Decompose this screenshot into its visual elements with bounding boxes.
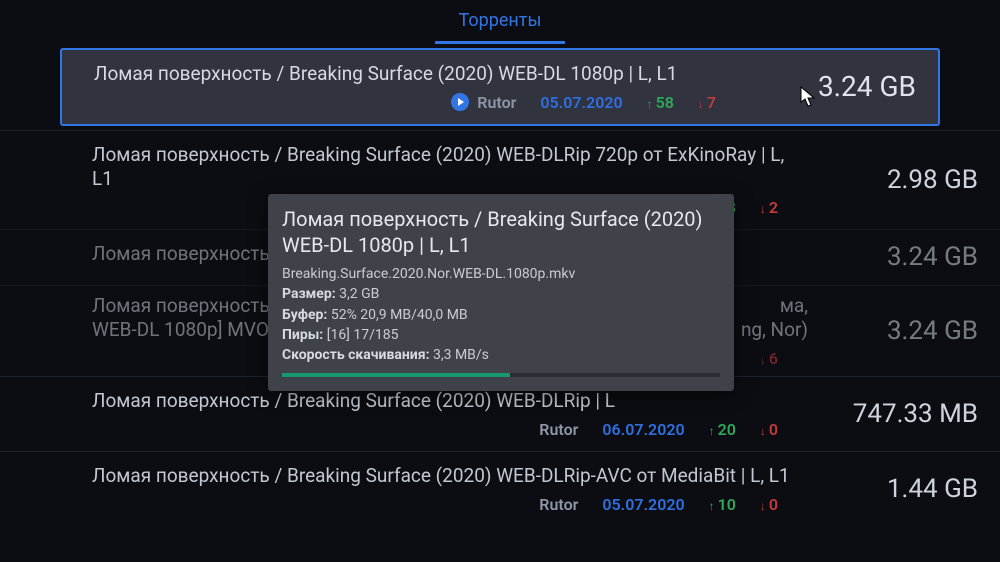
source-label: Rutor bbox=[539, 495, 578, 514]
torrent-title: Ломая поверхность / Breaking Surface (20… bbox=[92, 389, 808, 414]
popup-peers: Пиры: [16] 17/185 bbox=[282, 325, 720, 345]
torrent-item[interactable]: Ломая поверхность / Breaking Surface (20… bbox=[60, 48, 940, 126]
popup-buffer: Буфер: 52% 20,9 MB/40,0 MB bbox=[282, 305, 720, 325]
torrent-title: Ломая поверхность / Breaking Surface (20… bbox=[92, 464, 808, 489]
date-label: 06.07.2020 bbox=[602, 420, 684, 439]
download-info-popup: Ломая поверхность / Breaking Surface (20… bbox=[268, 194, 734, 391]
torrent-meta: Rutor 05.07.2020 10 0 bbox=[92, 495, 808, 514]
size-label: 3.24 GB bbox=[808, 316, 978, 346]
size-label: 747.33 MB bbox=[808, 399, 978, 429]
size-label: 3.24 GB bbox=[746, 70, 916, 103]
popup-size: Размер: 3,2 GB bbox=[282, 284, 720, 304]
popup-speed: Скорость скачивания: 3,3 MB/s bbox=[282, 345, 720, 365]
torrent-title: Ломая поверхность / Breaking Surface (20… bbox=[94, 62, 746, 87]
torrent-meta: Rutor 05.07.2020 58 7 bbox=[94, 93, 746, 112]
peers-count: 0 bbox=[760, 495, 778, 514]
play-icon bbox=[451, 93, 469, 111]
popup-title: Ломая поверхность / Breaking Surface (20… bbox=[282, 206, 720, 258]
tab-header: Торренты bbox=[0, 0, 1000, 44]
popup-filename: Breaking.Surface.2020.Nor.WEB-DL.1080p.m… bbox=[282, 264, 720, 284]
source-label: Rutor bbox=[477, 93, 516, 112]
peers-count: 2 bbox=[760, 198, 778, 217]
progress-fill bbox=[282, 373, 510, 377]
date-label: 05.07.2020 bbox=[602, 495, 684, 514]
peers-count: 7 bbox=[698, 93, 716, 112]
torrent-meta: Rutor 06.07.2020 20 0 bbox=[92, 420, 808, 439]
peers-count: 0 bbox=[760, 420, 778, 439]
size-label: 2.98 GB bbox=[808, 165, 978, 195]
torrent-title: Ломая поверхность / Breaking Surface (20… bbox=[92, 143, 808, 192]
seeds-count: 20 bbox=[709, 420, 736, 439]
tab-torrents[interactable]: Торренты bbox=[435, 4, 566, 44]
source-label: Rutor bbox=[539, 420, 578, 439]
seeds-count: 58 bbox=[647, 93, 674, 112]
progress-bar bbox=[282, 373, 720, 377]
date-label: 05.07.2020 bbox=[540, 93, 622, 112]
size-label: 1.44 GB bbox=[808, 474, 978, 504]
torrent-item[interactable]: Ломая поверхность / Breaking Surface (20… bbox=[0, 451, 1000, 526]
peers-count: 6 bbox=[760, 349, 778, 368]
size-label: 3.24 GB bbox=[808, 242, 978, 272]
seeds-count: 10 bbox=[709, 495, 736, 514]
